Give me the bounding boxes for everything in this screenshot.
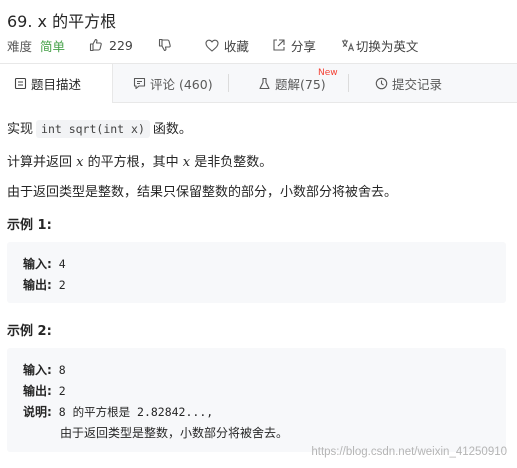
description-text: 是非负整数。: [194, 155, 273, 170]
example-2-explain-line-2: 由于返回类型是整数，小数部分将被舍去。: [60, 426, 289, 440]
example-2-input-line: 输入: 8: [23, 361, 66, 378]
example-1-code-block: 输入: 4 输出: 2: [7, 242, 506, 303]
tab-divider: [228, 74, 229, 92]
document-icon: [14, 77, 27, 90]
description-paragraph-2: 计算并返回 x 的平方根，其中 x 是非负整数。: [7, 151, 272, 170]
switch-language-label: 切换为英文: [355, 38, 419, 54]
example-2-heading: 示例 2:: [7, 324, 52, 339]
example-1-heading: 示例 1:: [7, 218, 52, 233]
inline-code: int sqrt(int x): [36, 120, 150, 138]
watermark: https://blog.csdn.net/weixin_41250910: [311, 446, 507, 458]
description-text: 的平方根，其中: [87, 155, 179, 170]
input-label: 输入:: [23, 257, 52, 271]
variable-x: x: [182, 155, 191, 170]
tab-description[interactable]: 题目描述: [0, 64, 113, 103]
comment-icon: [133, 77, 146, 89]
output-value: 2: [58, 384, 66, 398]
problem-meta-bar: 难度 简单 229 收藏 分享 切换为英文: [7, 36, 418, 54]
thumbs-down-icon: [158, 38, 171, 52]
description-paragraph-1: 实现 int sqrt(int x) 函数。: [7, 118, 192, 138]
problem-tab-bar: 题目描述 评论 (460) 题解(75) New 提交记录: [0, 63, 517, 103]
share-label: 分享: [290, 38, 316, 54]
description-paragraph-3: 由于返回类型是整数，结果只保留整数的部分，小数部分将被舍去。: [7, 185, 398, 200]
tab-submissions[interactable]: 提交记录: [375, 64, 442, 102]
tab-comments-label: 评论 (460): [150, 76, 213, 92]
example-1-output-line: 输出: 2: [23, 276, 66, 293]
tab-submissions-label: 提交记录: [392, 76, 443, 92]
explain-text: 8 的平方根是 2.82842...,: [58, 405, 214, 419]
like-button[interactable]: 229: [89, 38, 133, 53]
heart-icon: [205, 39, 219, 52]
tab-solutions[interactable]: 题解(75): [258, 64, 326, 102]
favorite-button[interactable]: 收藏: [205, 36, 249, 55]
variable-x: x: [76, 155, 84, 170]
input-value: 8: [58, 363, 66, 377]
tab-divider: [348, 74, 349, 92]
flask-icon: [259, 77, 270, 89]
description-text: 实现: [7, 122, 34, 137]
input-label: 输入:: [23, 363, 52, 377]
description-text: 函数。: [152, 122, 192, 137]
example-2-output-line: 输出: 2: [23, 382, 66, 399]
favorite-label: 收藏: [223, 38, 249, 54]
problem-title-var: x: [37, 12, 48, 31]
share-icon: [273, 39, 285, 51]
output-label: 输出:: [23, 384, 52, 398]
example-2-code-block: 输入: 8 输出: 2 说明: 8 的平方根是 2.82842..., 由于返回…: [7, 348, 506, 452]
switch-language-button[interactable]: 切换为英文: [341, 36, 419, 55]
thumbs-up-icon: [89, 38, 102, 52]
difficulty-label: 难度: [7, 38, 33, 54]
problem-number: 69.: [7, 12, 33, 31]
explain-label: 说明:: [23, 405, 52, 419]
example-1-input-line: 输入: 4: [23, 255, 66, 272]
problem-title: 69. x 的平方根: [7, 8, 116, 32]
like-count: 229: [109, 37, 133, 53]
tab-description-label: 题目描述: [31, 77, 82, 92]
new-badge: New: [318, 68, 338, 78]
share-button[interactable]: 分享: [272, 36, 316, 55]
example-2-explain-line: 说明: 8 的平方根是 2.82842...,: [23, 403, 213, 420]
difficulty-badge: 简单: [40, 38, 66, 54]
problem-title-text: 的平方根: [52, 12, 117, 31]
description-text: 计算并返回: [7, 155, 73, 170]
translate-icon: [341, 39, 354, 52]
dislike-button[interactable]: [158, 38, 172, 52]
tab-comments[interactable]: 评论 (460): [133, 64, 213, 102]
clock-icon: [375, 77, 388, 89]
output-value: 2: [58, 278, 66, 292]
input-value: 4: [58, 257, 66, 271]
output-label: 输出:: [23, 278, 52, 292]
